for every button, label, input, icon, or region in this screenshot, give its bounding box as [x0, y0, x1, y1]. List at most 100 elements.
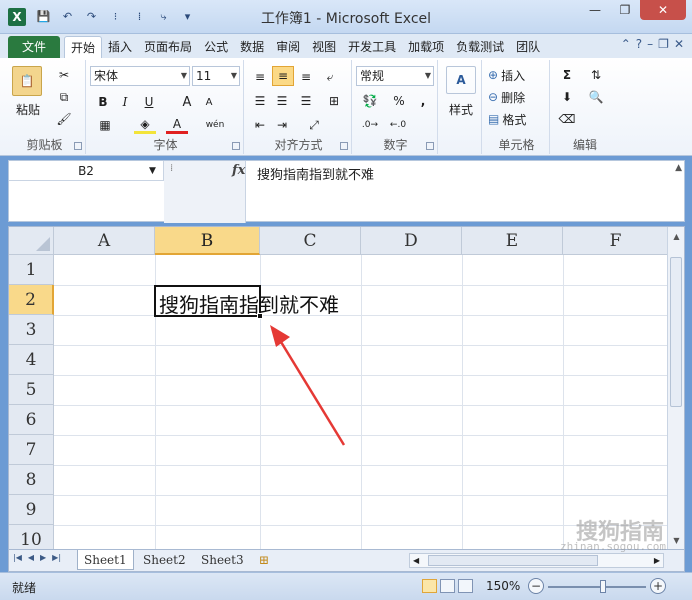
select-all-button[interactable]	[9, 227, 54, 255]
normal-view-icon[interactable]	[422, 579, 437, 593]
restore-button[interactable]: ❐	[610, 0, 640, 20]
font-size-select[interactable]: 11 ▼	[192, 66, 240, 86]
prev-sheet-icon[interactable]: ◀	[28, 553, 34, 562]
page-break-view-icon[interactable]	[458, 579, 473, 593]
borders-icon[interactable]: ▦	[94, 116, 116, 134]
paste-icon[interactable]: 📋	[12, 66, 42, 96]
last-sheet-icon[interactable]: ▶|	[52, 553, 61, 562]
vertical-scrollbar[interactable]: ▲ ▼	[667, 227, 684, 549]
column-header-d[interactable]: D	[361, 227, 462, 255]
tab-load-test[interactable]: 负载测试	[450, 36, 510, 58]
insert-cells-button[interactable]: ⊕ 插入	[488, 66, 546, 84]
align-right-icon[interactable]: ☰	[296, 92, 316, 110]
orientation-icon[interactable]: ⤢	[302, 116, 326, 134]
shrink-font-button[interactable]: A	[200, 93, 218, 111]
minimize-ribbon-icon[interactable]: ⌃	[621, 37, 631, 51]
row-header-3[interactable]: 3	[9, 315, 54, 345]
grow-font-button[interactable]: A	[178, 93, 196, 111]
increase-indent-icon[interactable]: ⇥	[272, 116, 292, 134]
row-header-9[interactable]: 9	[9, 495, 54, 525]
fill-color-icon[interactable]: ◈	[134, 116, 156, 134]
autosum-button[interactable]: Σ	[556, 66, 578, 84]
tab-page-layout[interactable]: 页面布局	[138, 36, 198, 58]
font-name-select[interactable]: 宋体 ▼	[90, 66, 190, 86]
tab-addins[interactable]: 加载项	[402, 36, 450, 58]
decrease-indent-icon[interactable]: ⇤	[250, 116, 270, 134]
tab-home[interactable]: 开始	[64, 36, 103, 58]
paste-button[interactable]: 粘贴	[8, 100, 48, 118]
format-cells-button[interactable]: ▤ 格式	[488, 110, 546, 128]
fill-icon[interactable]: ⬇	[556, 88, 578, 106]
number-launcher-icon[interactable]	[426, 142, 434, 150]
row-header-7[interactable]: 7	[9, 435, 54, 465]
row-header-6[interactable]: 6	[9, 405, 54, 435]
merge-center-icon[interactable]: ⊞	[320, 92, 348, 110]
format-painter-icon[interactable]: 🖌	[54, 110, 74, 128]
alignment-launcher-icon[interactable]	[340, 142, 348, 150]
column-header-f[interactable]: F	[563, 227, 669, 255]
align-left-icon[interactable]: ☰	[250, 92, 270, 110]
chevron-up-icon[interactable]: ▲	[675, 163, 682, 173]
doc-restore-icon[interactable]: ❐	[658, 37, 669, 51]
doc-close-icon[interactable]: ✕	[674, 37, 684, 51]
row-header-5[interactable]: 5	[9, 375, 54, 405]
phonetic-button[interactable]: wén	[202, 116, 228, 134]
worksheet-grid[interactable]: A B C D E F 1 2 3 4 5 6 7 8 9 10 搜狗指南指到就…	[8, 226, 685, 550]
wrap-text-icon[interactable]: ⤶	[320, 68, 340, 86]
align-middle-icon[interactable]: ≡	[272, 66, 294, 86]
increase-decimal-icon[interactable]: .0→	[358, 116, 382, 134]
active-cell-b2[interactable]	[154, 285, 261, 317]
insert-sheet-icon[interactable]: ⊞	[253, 550, 275, 570]
tab-developer[interactable]: 开发工具	[342, 36, 402, 58]
zoom-slider-track[interactable]	[548, 586, 646, 588]
row-header-2[interactable]: 2	[9, 285, 54, 315]
vertical-scroll-thumb[interactable]	[670, 257, 682, 407]
horizontal-scroll-thumb[interactable]	[428, 555, 598, 566]
row-header-1[interactable]: 1	[9, 255, 54, 285]
fill-handle[interactable]	[257, 313, 263, 319]
styles-icon[interactable]: A	[446, 66, 476, 94]
tab-view[interactable]: 视图	[306, 36, 342, 58]
italic-button[interactable]: I	[116, 93, 134, 111]
column-header-b[interactable]: B	[155, 227, 260, 255]
tab-insert[interactable]: 插入	[102, 36, 138, 58]
font-color-button[interactable]: A	[166, 116, 188, 134]
styles-button[interactable]: 样式	[440, 100, 482, 118]
align-center-icon[interactable]: ☰	[272, 92, 292, 110]
column-header-c[interactable]: C	[260, 227, 361, 255]
percent-button[interactable]: %	[390, 92, 408, 110]
close-button[interactable]: ✕	[640, 0, 686, 20]
zoom-out-icon[interactable]: −	[528, 578, 544, 594]
sheet-tab-2[interactable]: Sheet2	[137, 550, 192, 570]
scroll-up-icon[interactable]: ▲	[668, 229, 684, 245]
row-header-10[interactable]: 10	[9, 525, 54, 549]
delete-cells-button[interactable]: ⊖ 删除	[488, 88, 546, 106]
font-launcher-icon[interactable]	[232, 142, 240, 150]
decrease-decimal-icon[interactable]: ←.0	[386, 116, 410, 134]
minimize-button[interactable]: —	[580, 0, 610, 20]
copy-icon[interactable]: ⧉	[54, 88, 74, 106]
column-header-a[interactable]: A	[54, 227, 155, 255]
underline-button[interactable]: U	[138, 93, 160, 111]
formula-input[interactable]: 搜狗指南指到就不难	[257, 164, 374, 183]
doc-minimize-icon[interactable]: –	[647, 37, 653, 51]
sort-filter-icon[interactable]: ⇅	[584, 66, 608, 84]
expand-handle-icon[interactable]: ⁞	[170, 163, 173, 174]
cut-icon[interactable]: ✂	[54, 66, 74, 84]
row-header-4[interactable]: 4	[9, 345, 54, 375]
comma-button[interactable]: ,	[414, 92, 432, 110]
scroll-down-icon[interactable]: ▼	[668, 533, 684, 549]
scroll-right-icon[interactable]: ▶	[654, 554, 660, 567]
tab-team[interactable]: 团队	[510, 36, 546, 58]
help-icon[interactable]: ?	[636, 37, 642, 51]
name-box[interactable]: B2	[9, 161, 164, 181]
row-header-8[interactable]: 8	[9, 465, 54, 495]
column-header-e[interactable]: E	[462, 227, 563, 255]
chevron-down-icon[interactable]: ▼	[149, 161, 156, 181]
find-select-icon[interactable]: 🔍	[584, 88, 608, 106]
scroll-left-icon[interactable]: ◀	[413, 554, 419, 567]
page-layout-view-icon[interactable]	[440, 579, 455, 593]
horizontal-scrollbar[interactable]: ◀ ▶	[409, 553, 664, 568]
tab-formulas[interactable]: 公式	[198, 36, 234, 58]
align-bottom-icon[interactable]: ≡	[296, 68, 316, 86]
